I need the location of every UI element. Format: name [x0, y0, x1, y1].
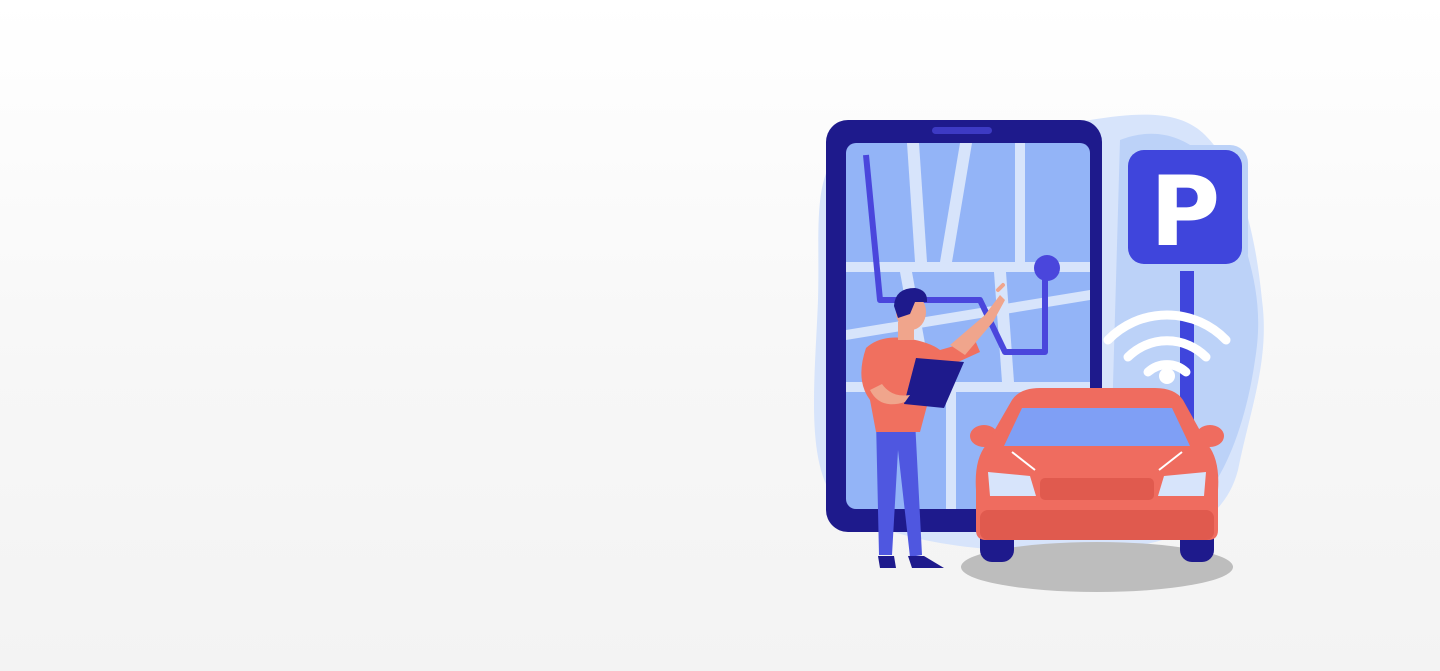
smart-parking-illustration: P [813, 114, 1264, 592]
location-pin-icon [1034, 255, 1060, 281]
hero-banner: P [0, 0, 1440, 671]
car-icon [970, 388, 1224, 562]
parking-sign-letter: P [1150, 156, 1220, 268]
